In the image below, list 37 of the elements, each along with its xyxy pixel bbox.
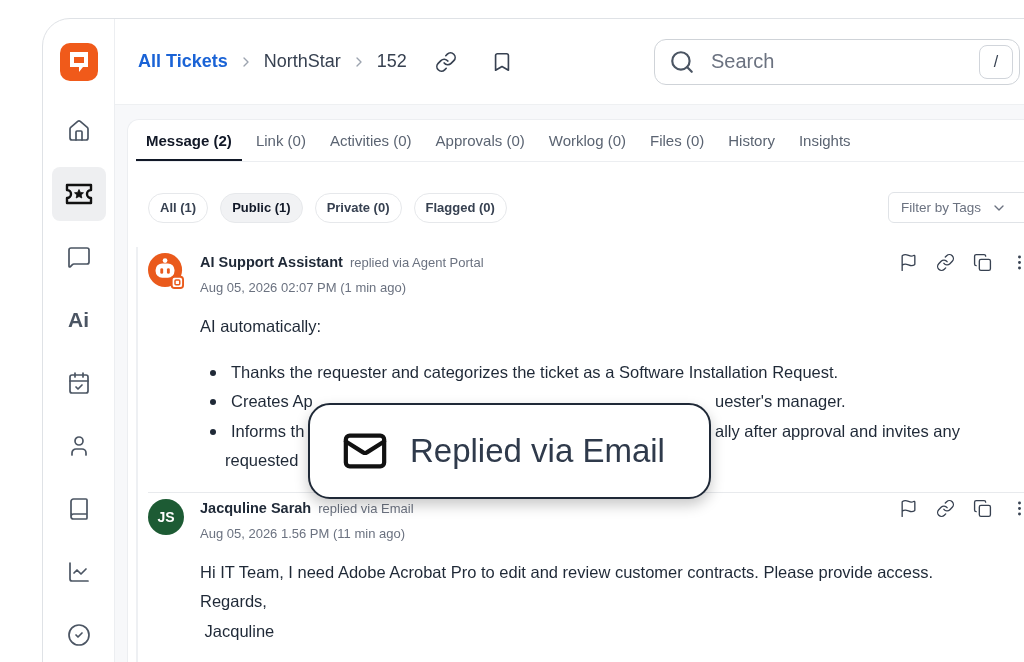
reply-channel: replied via Agent Portal <box>349 255 484 270</box>
reply-channel: replied via Email <box>318 500 414 516</box>
breadcrumb-link[interactable]: NorthStar <box>263 51 341 72</box>
search-bar[interactable]: Search / <box>654 38 1020 85</box>
tab[interactable]: Approvals (0) <box>425 120 535 161</box>
filter-chip[interactable]: Flagged (0) <box>413 192 507 223</box>
message-text: Hi IT Team, I need Adobe Acrobat Pro to edit and review customer contracts. Please provide access. <box>200 561 935 583</box>
filter-chip[interactable]: Private (0) <box>314 192 402 223</box>
breadcrumb-link[interactable]: All Tickets <box>138 51 228 72</box>
bullet-text: Thanks the requester and categorizes the ticket as a Software Installation Request. <box>231 361 840 383</box>
filter-chip[interactable]: Public (1) <box>220 192 303 223</box>
timestamp: Aug 05, 2026 1.56 PM (11 min ago) <box>200 525 406 541</box>
bullet-text: Informs th <box>231 420 306 442</box>
tab[interactable]: Worklog (0) <box>538 120 637 161</box>
ai-nav-item[interactable]: Ai <box>51 293 106 347</box>
timestamp: Aug 05, 2026 02:07 PM (1 min ago) <box>200 280 407 295</box>
tab[interactable]: Files (0) <box>640 120 715 161</box>
author-name: AI Support Assistant <box>200 254 343 270</box>
bullet-text: uester's manager. <box>715 391 847 412</box>
message-text: Jacquline <box>203 620 276 642</box>
bullet-text: ally after approval and invites any <box>715 420 961 442</box>
filter-chip[interactable]: All (1) <box>148 192 209 223</box>
message-text: Regards, <box>200 591 268 612</box>
tab[interactable]: History <box>718 120 785 161</box>
toast-text: Replied via Email <box>410 432 665 470</box>
bullet-text: requested <box>225 450 299 471</box>
user-avatar: JS <box>148 498 184 535</box>
tab[interactable]: Message (2) <box>136 120 242 161</box>
tag-filter-dropdown[interactable]: Filter by Tags <box>888 192 1024 223</box>
tab[interactable]: Activities (0) <box>319 120 422 161</box>
author-name: Jacquline Sarah <box>200 499 312 516</box>
message-text: AI automatically: <box>200 316 323 337</box>
tab[interactable]: Link (0) <box>245 120 316 161</box>
bullet-text: Creates Ap <box>231 391 311 412</box>
tab[interactable]: Insights <box>788 120 861 161</box>
shortcut-key: / <box>979 44 1013 79</box>
breadcrumb-link[interactable]: 152 <box>376 51 407 72</box>
